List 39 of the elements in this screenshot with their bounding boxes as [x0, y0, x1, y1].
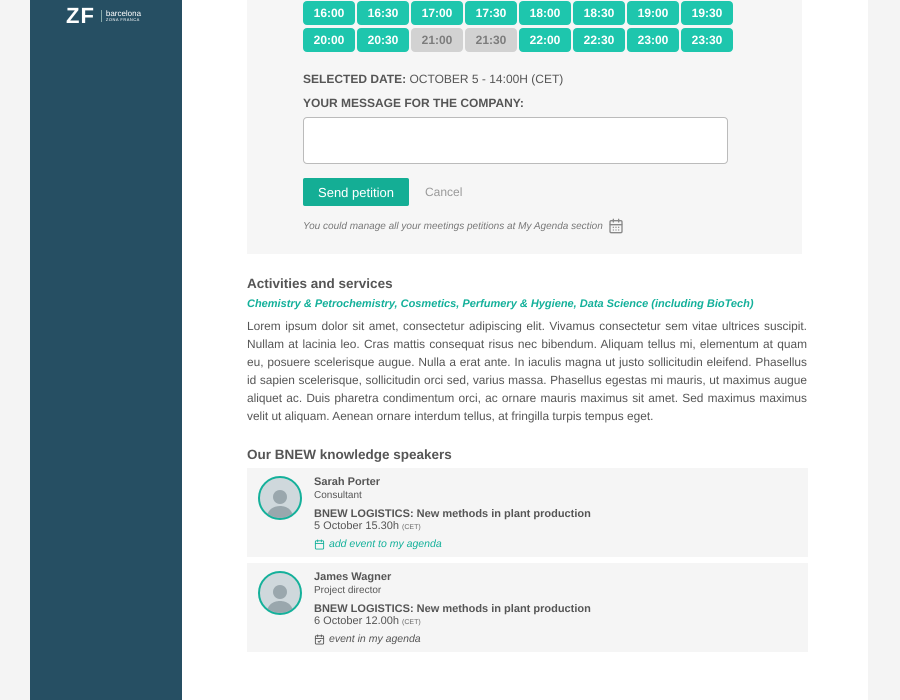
- speaker-name: James Wagner: [314, 571, 392, 583]
- time-slot[interactable]: 19:00: [627, 1, 679, 25]
- calendar-icon: [608, 218, 624, 234]
- send-petition-button[interactable]: Send petition: [303, 178, 409, 206]
- section-title: Activities and services: [247, 276, 394, 291]
- agenda-link[interactable]: add event to my agenda: [314, 538, 591, 550]
- time-slot[interactable]: 20:00: [303, 28, 355, 52]
- speaker-role: Project director: [314, 585, 382, 596]
- description: Lorem ipsum dolor sit amet, consectetur adipiscing elit. Vivamus consectetur sem vitae ultrices suscipit. Nullam at lacinia leo. Cras mattis consequat risus nec bibendum. Aliquam tellus mi, elementum at quam eu, posuere scelerisque augue. Nulla a erat ante. In iaculis magna ut justo sollicitudin eleifend. Phasellus id sapien scelerisque, sollicitudin orci sed, varius massa. Phasellus egestas mi mauris, ut maximus augue aliquet ac. Duis pharetra condimentum orci, ac ornare mauris maximus sit amet. Sed maximus maximus velit ut aliquam. Aenean ornare interdum tellus, at fringilla turpis tempus eget.: [247, 318, 807, 425]
- activity-tags: Chemistry & Petrochemistry, Cosmetics, Perfumery & Hygiene, Data Science (including BioTech): [247, 298, 808, 310]
- logo-name: barcelona: [106, 10, 142, 18]
- time-slot[interactable]: 16:00: [303, 1, 355, 25]
- event-title: BNEW LOGISTICS: New methods in plant production: [314, 508, 591, 520]
- cancel-button[interactable]: Cancel: [419, 185, 468, 199]
- time-slot[interactable]: 17:30: [465, 1, 517, 25]
- calendar-check-icon: [314, 634, 325, 644]
- agenda-link[interactable]: event in my agenda: [314, 633, 591, 645]
- message-field[interactable]: [303, 117, 728, 164]
- time-slot[interactable]: 19:30: [681, 1, 733, 25]
- time-slot[interactable]: 22:00: [519, 28, 571, 52]
- agenda-note: You could manage all your meetings petitions at My Agenda section: [303, 220, 603, 232]
- calendar-icon: [314, 538, 325, 550]
- event-title: BNEW LOGISTICS: New methods in plant production: [314, 603, 591, 615]
- time-slot[interactable]: 20:30: [357, 28, 409, 52]
- time-slot[interactable]: 16:30: [357, 1, 409, 25]
- speaker-role: Consultant: [314, 490, 363, 501]
- selected-date: SELECTED DATE: OCTOBER 5 - 14:00H (CET): [303, 72, 564, 86]
- time-slot[interactable]: 22:30: [573, 28, 625, 52]
- time-slot[interactable]: 23:30: [681, 28, 733, 52]
- event-date: 6 October 12.00h: [314, 615, 400, 627]
- time-slot[interactable]: 18:30: [573, 1, 625, 25]
- time-slot[interactable]: 23:00: [627, 28, 679, 52]
- event-date: 5 October 15.30h: [314, 520, 400, 532]
- time-slot[interactable]: 18:00: [519, 1, 571, 25]
- logo-mark: ZF: [66, 4, 95, 28]
- time-slot[interactable]: 17:00: [411, 1, 463, 25]
- speaker-name: Sarah Porter: [314, 476, 382, 488]
- message-label: YOUR MESSAGE FOR THE COMPANY:: [303, 96, 525, 110]
- section-title: Our BNEW knowledge speakers: [247, 447, 453, 462]
